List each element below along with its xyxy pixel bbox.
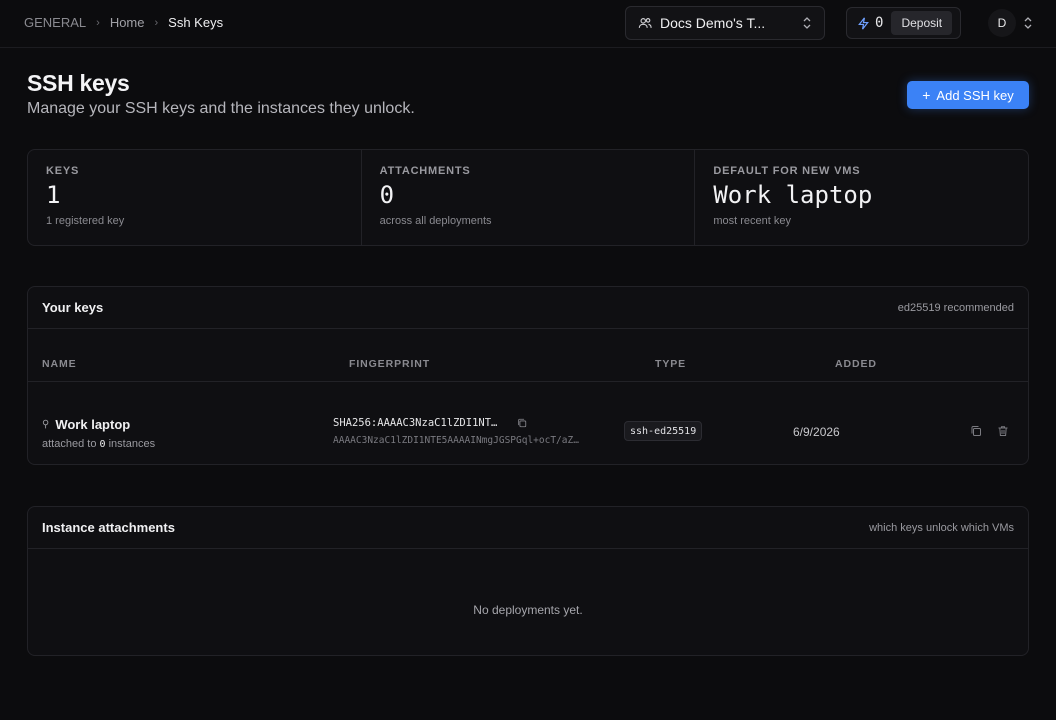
- key-added-date: 6/9/2026: [793, 425, 840, 439]
- key-attachment-summary: attached to 0 instances: [42, 438, 155, 450]
- stat-value: 1: [46, 181, 61, 209]
- breadcrumb-section: GENERAL: [24, 15, 87, 30]
- attached-suffix: instances: [108, 438, 156, 450]
- page-title: SSH keys: [27, 70, 130, 96]
- card-header: Instance attachments which keys unlock w…: [28, 507, 1028, 549]
- column-header-type: TYPE: [655, 358, 687, 370]
- copy-icon[interactable]: [970, 425, 982, 437]
- stats-panel: KEYS 1 1 registered key ATTACHMENTS 0 ac…: [27, 149, 1029, 246]
- chevron-updown-icon: [803, 17, 811, 29]
- key-icon: ⚲: [42, 419, 50, 430]
- table-row: ⚲ Work laptop attached to 0 instances SH…: [28, 383, 1028, 465]
- key-name: Work laptop: [55, 417, 131, 432]
- empty-state-message: No deployments yet.: [473, 603, 583, 617]
- breadcrumb-current: Ssh Keys: [168, 15, 224, 30]
- key-public-key: AAAAC3NzaC1lZDI1NTE5AAAAINmgJGSPGql+ocT/…: [333, 435, 579, 446]
- deposit-button[interactable]: Deposit: [891, 11, 953, 35]
- add-ssh-key-button[interactable]: + Add SSH key: [907, 81, 1029, 109]
- breadcrumb: GENERAL › Home › Ssh Keys: [24, 15, 223, 30]
- keys-card: Your keys ed25519 recommended NAME FINGE…: [27, 286, 1029, 465]
- credit-balance: 0: [875, 15, 884, 31]
- stat-default-key: DEFAULT FOR NEW VMS Work laptop most rec…: [695, 150, 1028, 245]
- card-hint: ed25519 recommended: [897, 301, 1014, 314]
- stat-attachments: ATTACHMENTS 0 across all deployments: [362, 150, 696, 245]
- page-subtitle: Manage your SSH keys and the instances t…: [27, 100, 415, 117]
- stat-label: ATTACHMENTS: [379, 165, 471, 177]
- users-icon: [638, 18, 652, 28]
- credits-widget: 0 Deposit: [846, 7, 961, 39]
- card-header: Your keys ed25519 recommended: [28, 287, 1028, 329]
- card-hint: which keys unlock which VMs: [869, 521, 1014, 534]
- stat-keys: KEYS 1 1 registered key: [28, 150, 362, 245]
- chevron-right-icon: ›: [96, 16, 100, 29]
- attachments-card: Instance attachments which keys unlock w…: [27, 506, 1029, 656]
- column-header-added: ADDED: [835, 358, 877, 370]
- stat-note: across all deployments: [379, 215, 492, 227]
- lightning-icon: [858, 17, 869, 29]
- stat-value: 0: [379, 181, 395, 209]
- team-selector[interactable]: Docs Demo's T...: [625, 6, 825, 40]
- stat-note: 1 registered key: [46, 215, 125, 227]
- breadcrumb-home-link[interactable]: Home: [110, 15, 145, 30]
- stat-note: most recent key: [713, 215, 791, 227]
- key-name-cell: ⚲ Work laptop attached to 0 instances: [42, 417, 155, 450]
- fingerprint-cell: SHA256:AAAAC3NzaC1lZDI1NT… AAAAC3NzaC1lZ…: [333, 417, 613, 446]
- team-name: Docs Demo's T...: [660, 15, 766, 31]
- plus-icon: +: [922, 87, 931, 103]
- add-ssh-key-label: Add SSH key: [936, 87, 1014, 103]
- copy-icon[interactable]: [517, 418, 527, 428]
- stat-value: Work laptop: [713, 181, 873, 209]
- stat-label: KEYS: [46, 165, 80, 177]
- card-title: Your keys: [42, 300, 104, 315]
- attached-count: 0: [99, 439, 106, 450]
- chevron-right-icon: ›: [154, 16, 159, 29]
- avatar[interactable]: D: [988, 9, 1016, 37]
- trash-icon[interactable]: [997, 425, 1009, 437]
- key-type-badge: ssh-ed25519: [624, 421, 703, 441]
- top-bar: GENERAL › Home › Ssh Keys Docs Demo's T.…: [0, 0, 1056, 48]
- key-fingerprint: SHA256:AAAAC3NzaC1lZDI1NT…: [333, 417, 498, 429]
- stat-label: DEFAULT FOR NEW VMS: [713, 165, 861, 177]
- column-header-name: NAME: [42, 358, 77, 370]
- table-header: NAME FINGERPRINT TYPE ADDED: [28, 342, 1028, 382]
- card-title: Instance attachments: [42, 520, 175, 535]
- chevron-updown-icon[interactable]: [1023, 16, 1033, 30]
- attached-prefix: attached to: [42, 438, 97, 450]
- column-header-fingerprint: FINGERPRINT: [349, 358, 431, 370]
